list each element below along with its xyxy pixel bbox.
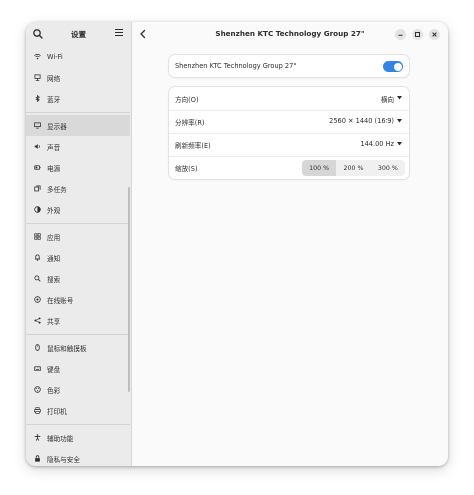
orientation-row[interactable]: 方向(O) 横向: [169, 87, 409, 110]
sidebar-item-appearance[interactable]: 外观: [26, 199, 130, 220]
appearance-icon: [34, 206, 41, 213]
scale-label: 缩放(S): [175, 165, 198, 173]
apps-icon: [34, 233, 41, 240]
dropdown-arrow-icon: [397, 119, 402, 123]
sidebar: 设置 Wi-Fi 网络 蓝牙 显示器 声音 电源 多任务 外观 应用 通知 搜索…: [26, 22, 132, 466]
refresh-rate-value: 144.00 Hz: [360, 140, 394, 148]
sidebar-item-label: 通知: [47, 254, 61, 263]
sidebar-item-label: 辅助功能: [47, 434, 74, 443]
resolution-value: 2560 ✕ 1440 (16∶9): [329, 117, 394, 125]
sidebar-item-label: 显示器: [47, 122, 67, 131]
monitor-enable-toggle[interactable]: [383, 61, 403, 72]
resolution-row[interactable]: 分辨率(R) 2560 ✕ 1440 (16∶9): [169, 110, 409, 133]
orientation-label: 方向(O): [175, 96, 199, 104]
sidebar-item-online-accounts[interactable]: 在线账号: [26, 289, 130, 310]
menu-icon[interactable]: [115, 29, 123, 37]
sidebar-item-label: 键盘: [47, 365, 61, 374]
sidebar-item-bluetooth[interactable]: 蓝牙: [26, 88, 130, 109]
sidebar-item-mouse[interactable]: 鼠标和触摸板: [26, 337, 130, 358]
sidebar-item-privacy[interactable]: 隐私与安全: [26, 448, 130, 466]
color-icon: [34, 386, 41, 393]
sidebar-item-display[interactable]: 显示器: [26, 115, 130, 136]
power-icon: [34, 165, 41, 170]
maximize-button[interactable]: [412, 29, 423, 40]
sound-icon: [34, 144, 40, 149]
sidebar-separator: [26, 424, 130, 425]
close-icon: [432, 32, 437, 37]
sidebar-item-label: 隐私与安全: [47, 455, 80, 464]
sidebar-item-multitasking[interactable]: 多任务: [26, 178, 130, 199]
mouse-icon: [35, 344, 40, 351]
scale-option-100[interactable]: 100 %: [302, 160, 337, 176]
printer-icon: [34, 407, 41, 414]
toggle-knob: [393, 62, 402, 71]
sidebar-scrollbar[interactable]: [128, 187, 130, 392]
monitor-card: Shenzhen KTC Technology Group 27": [169, 55, 409, 77]
multitasking-icon: [34, 185, 41, 192]
sidebar-item-label: 外观: [47, 206, 61, 215]
sidebar-item-label: 色彩: [47, 386, 61, 395]
scale-selector: 100 % 200 % 300 %: [302, 160, 405, 176]
sidebar-item-label: 打印机: [47, 407, 67, 416]
search-icon: [34, 275, 41, 282]
monitor-label: Shenzhen KTC Technology Group 27": [175, 62, 297, 70]
sidebar-item-label: Wi-Fi: [47, 52, 63, 61]
sidebar-item-label: 应用: [47, 233, 61, 242]
sharing-icon: [34, 317, 41, 324]
accessibility-icon: [34, 434, 41, 441]
sidebar-item-sharing[interactable]: 共享: [26, 310, 130, 331]
sidebar-item-wifi[interactable]: Wi-Fi: [26, 46, 130, 67]
display-icon: [34, 122, 41, 129]
sidebar-item-label: 声音: [47, 143, 61, 152]
dropdown-arrow-icon: [397, 96, 402, 100]
sidebar-item-sound[interactable]: 声音: [26, 136, 130, 157]
sidebar-item-label: 蓝牙: [47, 95, 61, 104]
display-panel: Shenzhen KTC Technology Group 27" Shenzh…: [132, 22, 448, 466]
sidebar-item-notifications[interactable]: 通知: [26, 247, 130, 268]
sidebar-item-power[interactable]: 电源: [26, 157, 130, 178]
sidebar-item-label: 多任务: [47, 185, 67, 194]
scale-option-200[interactable]: 200 %: [336, 160, 370, 176]
resolution-label: 分辨率(R): [175, 119, 205, 127]
sidebar-item-label: 网络: [47, 74, 61, 83]
sidebar-item-label: 电源: [47, 164, 61, 173]
settings-window: 设置 Wi-Fi 网络 蓝牙 显示器 声音 电源 多任务 外观 应用 通知 搜索…: [26, 22, 448, 466]
sidebar-header: 设置: [26, 22, 131, 46]
sidebar-item-label: 共享: [47, 317, 61, 326]
sidebar-item-label: 鼠标和触摸板: [47, 344, 87, 353]
close-button[interactable]: [429, 29, 440, 40]
maximize-icon: [415, 32, 420, 37]
notifications-icon: [35, 254, 40, 261]
monitor-row: Shenzhen KTC Technology Group 27": [169, 55, 409, 77]
sidebar-item-network[interactable]: 网络: [26, 67, 130, 88]
sidebar-separator: [26, 334, 130, 335]
refresh-rate-label: 刷新频率(E): [175, 142, 211, 150]
orientation-value: 横向: [380, 96, 394, 104]
sidebar-item-accessibility[interactable]: 辅助功能: [26, 427, 130, 448]
header-bar: Shenzhen KTC Technology Group 27": [132, 22, 448, 46]
keyboard-icon: [34, 366, 41, 372]
sidebar-item-label: 在线账号: [47, 296, 74, 305]
sidebar-item-printers[interactable]: 打印机: [26, 400, 130, 421]
refresh-rate-row[interactable]: 刷新频率(E) 144.00 Hz: [169, 133, 409, 156]
minimize-button[interactable]: [395, 29, 406, 40]
sidebar-separator: [26, 112, 130, 113]
sidebar-item-label: 搜索: [47, 275, 61, 284]
minimize-icon: [398, 34, 403, 36]
scale-option-300[interactable]: 300 %: [371, 160, 405, 176]
sidebar-item-search[interactable]: 搜索: [26, 268, 130, 289]
display-settings-card: 方向(O) 横向 分辨率(R) 2560 ✕ 1440 (16∶9) 刷新频率(…: [169, 87, 409, 179]
sidebar-item-color[interactable]: 色彩: [26, 379, 130, 400]
dropdown-arrow-icon: [397, 142, 402, 146]
sidebar-separator: [26, 223, 130, 224]
sidebar-item-apps[interactable]: 应用: [26, 226, 130, 247]
network-icon: [34, 74, 41, 81]
bluetooth-icon: [35, 95, 40, 102]
online-accounts-icon: [34, 296, 41, 303]
scale-row: 缩放(S) 100 % 200 % 300 %: [169, 156, 409, 179]
wifi-icon: [34, 53, 41, 60]
privacy-icon: [35, 455, 40, 462]
sidebar-item-keyboard[interactable]: 键盘: [26, 358, 130, 379]
